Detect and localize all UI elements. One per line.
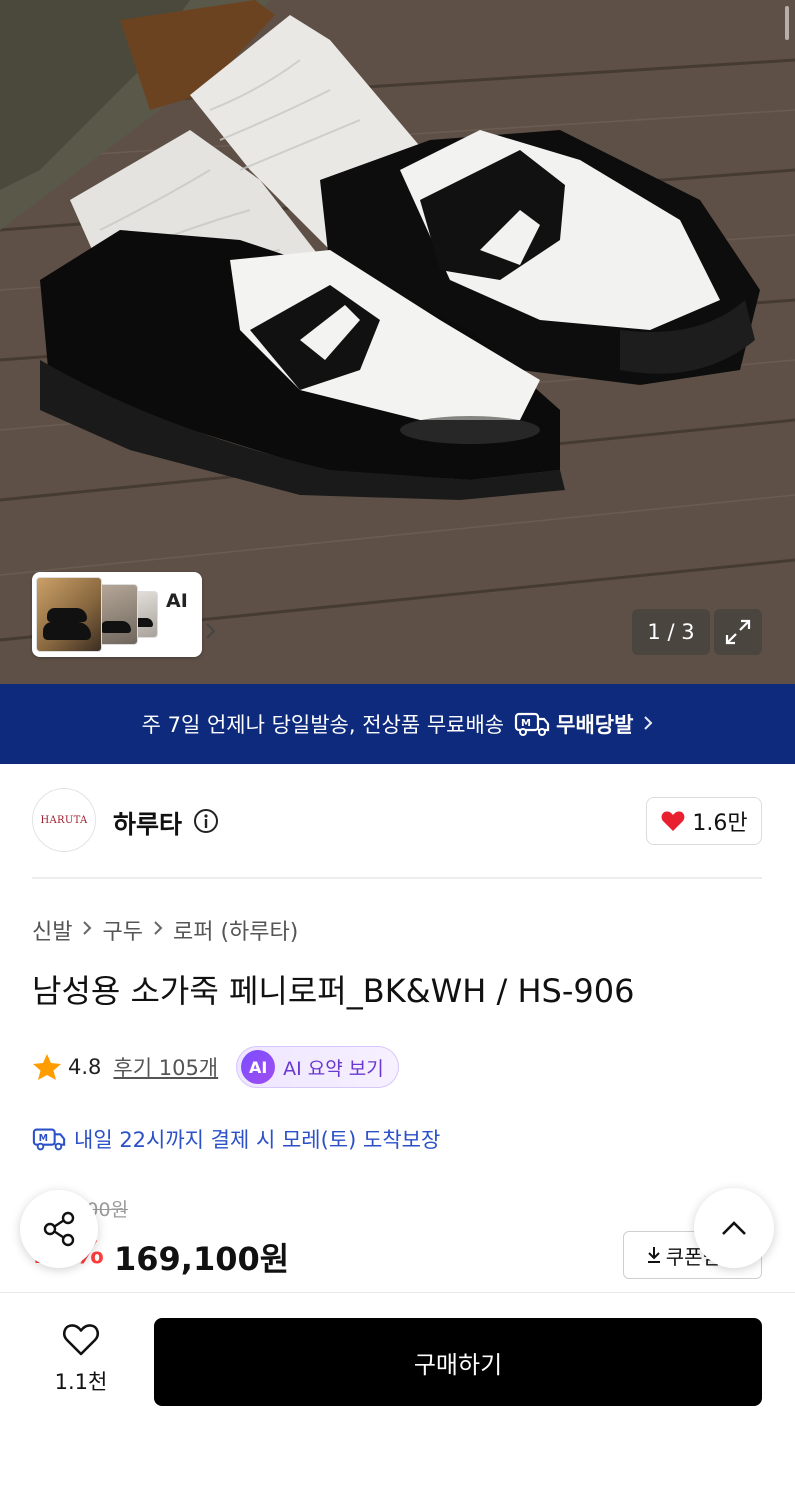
buy-button[interactable]: 구매하기 [154, 1318, 762, 1406]
breadcrumb-item[interactable]: 구두 [102, 914, 142, 946]
wishlist-button[interactable]: 1.1천 [40, 1322, 122, 1396]
delivery-text: 내일 22시까지 결제 시 모레(토) 도착보장 [74, 1128, 441, 1152]
sale-price: 169,100원 [114, 1240, 290, 1278]
product-title: 남성용 소가죽 페니로퍼_BK&WH / HS-906 [32, 972, 635, 1010]
product-image-gallery[interactable]: AI 1 / 3 [0, 0, 795, 684]
scroll-top-button[interactable] [694, 1188, 774, 1268]
breadcrumb: 신발 구두 로퍼 (하루타) [32, 914, 298, 946]
svg-text:M: M [521, 718, 531, 729]
free-shipping-badge: M 무배당발 [514, 709, 633, 739]
brand-like-button[interactable]: 1.6만 [646, 797, 762, 845]
ai-label: AI [166, 590, 188, 612]
share-button[interactable] [20, 1190, 98, 1268]
delivery-truck-icon: M [32, 1128, 66, 1151]
chevron-right-icon [204, 622, 216, 645]
thumbnail-stack [36, 577, 158, 652]
page-scrollbar[interactable] [785, 6, 789, 40]
breadcrumb-item[interactable]: 신발 [32, 914, 72, 946]
chevron-right-icon [643, 712, 653, 736]
expand-icon[interactable] [714, 609, 762, 655]
divider [32, 877, 762, 879]
ai-summary-button[interactable]: AI AI 요약 보기 [236, 1046, 399, 1088]
ai-badge: AI [241, 1050, 276, 1084]
rating-row: 4.8 후기 105개 AI AI 요약 보기 [32, 1046, 399, 1088]
breadcrumb-item[interactable]: 로퍼 (하루타) [173, 914, 298, 946]
image-counter: 1 / 3 [632, 609, 710, 655]
chevron-right-icon [82, 919, 92, 941]
free-shipping-banner[interactable]: 주 7일 언제나 당일발송, 전상품 무료배송 M 무배당발 [0, 684, 795, 764]
svg-text:M: M [39, 1133, 48, 1144]
rating-score: 4.8 [68, 1055, 102, 1079]
ai-summary-label: AI 요약 보기 [283, 1057, 384, 1080]
thumbnail-image [36, 577, 102, 652]
share-icon [43, 1211, 75, 1247]
star-icon [33, 1054, 61, 1080]
delivery-guarantee: M 내일 22시까지 결제 시 모레(토) 도착보장 [32, 1124, 440, 1154]
download-icon [647, 1247, 660, 1263]
info-icon[interactable] [193, 808, 219, 834]
delivery-truck-icon: M [515, 712, 550, 736]
wish-count: 1.1천 [54, 1370, 108, 1394]
chevron-right-icon [153, 919, 163, 941]
banner-text: 주 7일 언제나 당일발송, 전상품 무료배송 [141, 713, 505, 737]
heart-icon [661, 811, 685, 831]
heart-outline-icon [62, 1324, 100, 1356]
ai-similar-thumbnails[interactable]: AI [32, 572, 216, 657]
chevron-up-icon [722, 1221, 746, 1235]
reviews-link[interactable]: 후기 105개 [113, 1052, 218, 1082]
brand-logo[interactable]: HARUTA [32, 788, 96, 852]
brand-name[interactable]: 하루타 [113, 805, 182, 841]
like-count: 1.6만 [692, 811, 748, 836]
badge-label: 무배당발 [556, 713, 634, 737]
